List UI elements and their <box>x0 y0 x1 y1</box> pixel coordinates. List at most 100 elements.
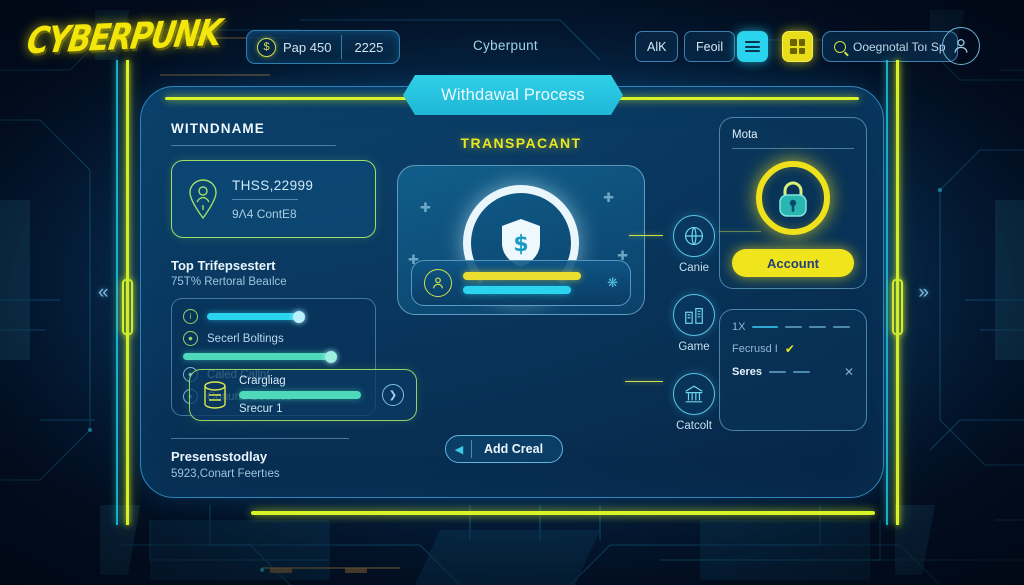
user-avatar-icon[interactable] <box>942 27 980 65</box>
left-heading: WITNDNAME <box>171 121 265 136</box>
status-label: Fecrusd I <box>732 343 778 355</box>
status-card: 1X Fecrusd I ✔ Seres ✕ <box>719 309 867 431</box>
left-section-2: Top Trifepsestert 75T% Rertoral Beaılce <box>171 258 376 288</box>
list-item[interactable]: ● Secerl Boltings <box>183 331 364 346</box>
right-column: Mota Account 1X Fecrusd I ✔ Seres ✕ <box>719 117 867 431</box>
account-button[interactable]: Account <box>732 249 854 277</box>
search-icon <box>834 40 846 53</box>
identity-primary: THSS,22999 <box>232 177 314 193</box>
globe-icon <box>673 215 715 257</box>
hamburger-menu-icon[interactable] <box>737 31 768 62</box>
status-dash <box>809 326 827 328</box>
key-circle-icon: ● <box>183 331 198 346</box>
slider-1-knob[interactable] <box>293 310 305 323</box>
meta-card: Mota Account <box>719 117 867 289</box>
sparkle-icon: ✚ <box>420 200 431 215</box>
left-column: WITNDNAME THSS,22999 9Λ4 ContE8 Top Trif… <box>171 121 376 480</box>
connector-line <box>625 381 663 383</box>
section3-subtitle: 5923,Conart Feertıes <box>171 468 280 480</box>
chevron-right-icon[interactable]: ❯ <box>382 384 404 406</box>
left-rail-handle[interactable] <box>122 278 133 335</box>
left-rail <box>116 60 133 525</box>
progress-bar-yellow <box>463 272 581 280</box>
center-column: TRANSPACANT ✚ ✚ ✚ ✚ $ ❋ <box>397 135 645 315</box>
status-dash <box>752 326 779 328</box>
add-creal-label: Add Creal <box>484 442 544 456</box>
charge-title: Crargliag <box>239 375 286 387</box>
coin-secondary: 2225 <box>354 39 384 55</box>
person-pin-icon <box>189 179 217 220</box>
padlock-icon <box>756 161 830 235</box>
cyberpunk-logo[interactable]: CYBERPUNK <box>24 12 223 63</box>
status-row: Fecrusd I ✔ <box>732 342 854 356</box>
heading-divider <box>171 145 336 146</box>
user-circle-icon <box>424 269 452 297</box>
close-icon[interactable]: ✕ <box>844 365 854 379</box>
coin-amount: Pap 450 <box>283 39 332 55</box>
building-icon <box>673 294 715 336</box>
status-label: Seres <box>732 366 762 378</box>
app-root: CYBERPUNK $ Pap 450 2225 Cyberpunt AlK F… <box>0 0 1024 585</box>
left-rail-cyan-line <box>116 60 118 525</box>
add-creal-button[interactable]: ◀ Add Creal <box>445 435 564 463</box>
right-rail <box>886 60 903 525</box>
tab-alk[interactable]: AlK <box>635 31 679 62</box>
page-title: Withdawal Process <box>441 85 585 104</box>
search-input[interactable]: Ooegnotal Toı Sp <box>822 31 958 62</box>
sparkle-icon: ✚ <box>603 190 614 205</box>
list-item[interactable]: i <box>183 309 364 324</box>
slider-2[interactable] <box>183 350 337 363</box>
right-rail-cyan-line <box>886 60 888 525</box>
panel-bottom-accent <box>251 511 875 515</box>
section3-divider <box>171 438 349 439</box>
meta-divider <box>732 148 854 149</box>
list-item-label: Secerl Boltings <box>207 332 284 345</box>
list-item[interactable] <box>183 350 364 363</box>
slider-1[interactable] <box>207 310 305 323</box>
center-caption: TRANSPACANT <box>460 135 582 151</box>
connector-line <box>629 235 663 237</box>
bank-icon <box>673 373 715 415</box>
identity-underline <box>232 198 298 200</box>
section2-title: Top Trifepsestert <box>171 258 276 273</box>
status-dash <box>768 371 786 373</box>
status-dash <box>792 371 810 373</box>
status-row: Seres ✕ <box>732 365 854 379</box>
left-section-3: Presensstodlay 5923,Conart Feertıes <box>171 438 376 480</box>
status-row: 1X <box>732 321 854 333</box>
status-label: 1X <box>732 321 746 333</box>
database-icon <box>204 381 226 409</box>
charge-subtitle: Srecur 1 <box>239 403 283 415</box>
page-title-banner: Withdawal Process <box>403 75 623 115</box>
section3-title: Presensstodlay <box>171 449 268 464</box>
expand-right-icon[interactable]: » <box>918 282 928 304</box>
progress-bars <box>463 272 596 294</box>
progress-bar-cyan <box>463 286 571 294</box>
currency-pill[interactable]: $ Pap 450 2225 <box>246 30 401 64</box>
user-progress-row[interactable]: ❋ <box>411 260 631 306</box>
check-icon: ✔ <box>784 342 795 356</box>
status-dash <box>833 326 851 328</box>
info-circle-icon: i <box>183 309 198 324</box>
account-button-label: Account <box>767 255 819 271</box>
main-panel: Withdawal Process WITNDNAME THSS,22999 9… <box>140 86 884 515</box>
search-text: Ooegnotal Toı Sp <box>853 39 946 54</box>
section2-subtitle: 75T% Rertoral Beaılce <box>171 276 287 288</box>
top-bar: CYBERPUNK $ Pap 450 2225 Cyberpunt AlK F… <box>0 0 1024 88</box>
right-rail-handle[interactable] <box>892 278 903 335</box>
charging-card[interactable]: Crargliag Srecur 1 ❯ <box>189 369 417 421</box>
slider-2-knob[interactable] <box>325 350 337 363</box>
sparkle-cluster-icon: ❋ <box>607 275 618 290</box>
button-divider <box>471 440 472 458</box>
triangle-left-icon: ◀ <box>454 443 464 456</box>
identity-secondary: 9Λ4 ContE8 <box>232 206 297 221</box>
lock-wrapper <box>732 161 854 235</box>
tab-feoil[interactable]: Feoil <box>684 31 736 62</box>
svg-text:$: $ <box>513 232 528 257</box>
brand-label: Cyberpunt <box>473 38 538 53</box>
meta-title: Mota <box>732 129 758 141</box>
collapse-left-icon[interactable]: « <box>98 282 108 304</box>
status-dash <box>785 326 803 328</box>
grid-apps-icon[interactable] <box>782 31 813 62</box>
identity-card[interactable]: THSS,22999 9Λ4 ContE8 <box>171 160 376 238</box>
